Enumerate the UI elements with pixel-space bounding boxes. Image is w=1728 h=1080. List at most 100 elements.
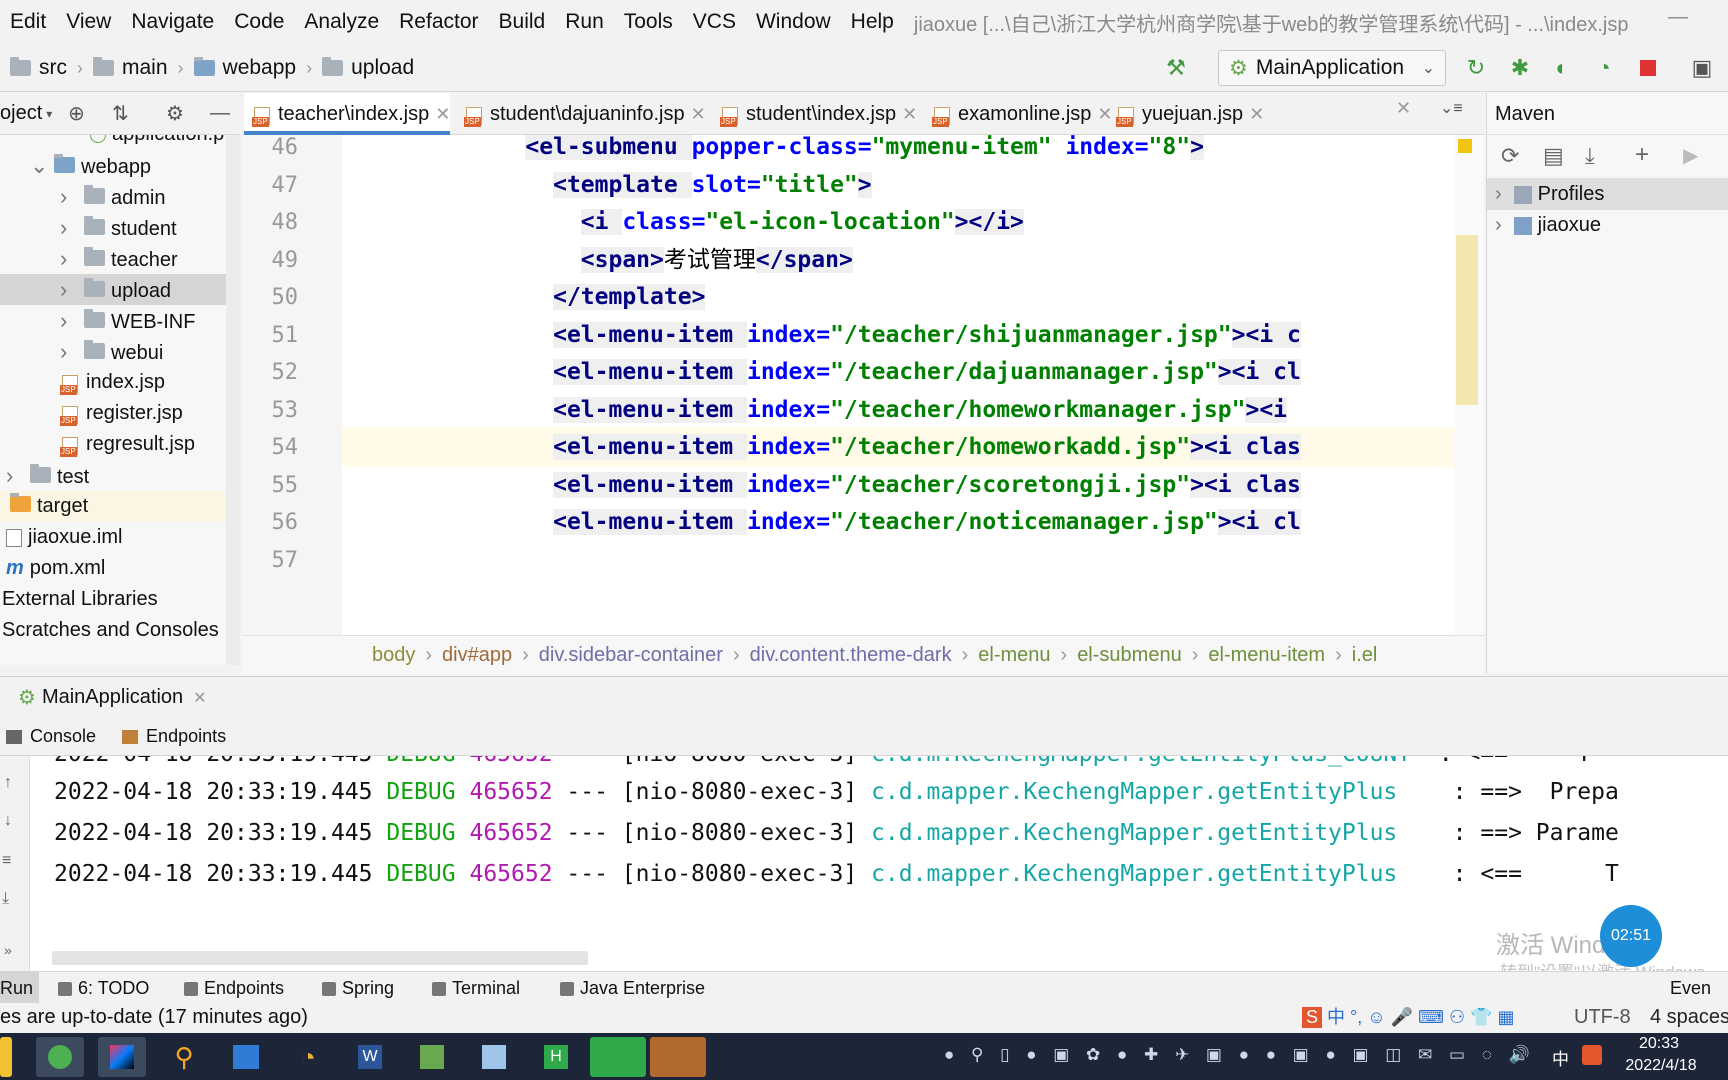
down-arrow-icon[interactable]: ↓ — [4, 812, 12, 830]
tool-window-terminal[interactable]: Terminal — [432, 972, 520, 1004]
collapse-all-icon[interactable]: ⇅ — [112, 101, 129, 126]
run-subtab-console[interactable]: Console — [6, 726, 96, 747]
maven-node-profiles[interactable]: › Profiles — [1487, 179, 1728, 210]
debug-bug-icon[interactable]: ✱ — [1508, 56, 1532, 80]
nav-crumb-upload[interactable]: upload — [351, 56, 414, 80]
close-tab-icon[interactable]: ✕ — [1396, 98, 1411, 119]
project-panel-title[interactable]: oject — [0, 102, 42, 125]
tree-node-register-jsp[interactable]: register.jsp — [0, 398, 240, 429]
editor-tab-2[interactable]: student\index.jsp✕ — [712, 93, 917, 135]
chevron-right-icon[interactable]: › — [1495, 214, 1502, 236]
menu-window[interactable]: Window — [746, 0, 841, 44]
code-line[interactable]: <el-menu-item index="/teacher/homeworkad… — [342, 427, 1484, 467]
chevron-right-icon[interactable]: › — [1495, 183, 1502, 205]
tree-node-jiaoxue-iml[interactable]: jiaoxue.iml — [0, 522, 240, 553]
profile-icon[interactable]: ◔ — [1592, 56, 1616, 80]
menu-code[interactable]: Code — [224, 0, 294, 44]
run-maven-icon[interactable]: ▶ — [1683, 143, 1698, 168]
timer-bubble[interactable]: 02:51 — [1600, 905, 1662, 967]
menu-run[interactable]: Run — [555, 0, 614, 44]
taskbar-search-icon[interactable]: ⚲ — [160, 1037, 208, 1077]
editor-crumb[interactable]: div#app — [442, 644, 512, 667]
project-tree-scrollbar[interactable] — [226, 135, 240, 665]
folder-reimport-icon[interactable]: ▤ — [1543, 143, 1564, 169]
code-line[interactable]: <el-menu-item index="/teacher/scoretongj… — [342, 465, 1484, 505]
editor-crumb[interactable]: div.content.theme-dark — [750, 644, 952, 667]
chevron-right-icon[interactable]: › — [60, 305, 80, 336]
taskbar-folder-icon[interactable] — [0, 1037, 12, 1077]
tree-node-webapp[interactable]: ⌄ webapp — [0, 150, 240, 181]
up-arrow-icon[interactable]: ↑ — [4, 774, 12, 792]
code-line[interactable]: <el-menu-item index="/teacher/dajuanmana… — [342, 352, 1484, 392]
taskbar-intellij-icon[interactable] — [98, 1037, 146, 1077]
taskbar-editor-icon[interactable] — [408, 1037, 456, 1077]
code-line[interactable]: <i class="el-icon-location"></i> — [342, 202, 1484, 242]
chevron-right-icon[interactable]: › — [60, 274, 80, 305]
code-line[interactable]: <el-menu-item index="/teacher/shijuanman… — [342, 315, 1484, 355]
editor-tab-4[interactable]: yuejuan.jsp✕ — [1108, 93, 1264, 135]
code-editor[interactable]: 46 47 48 49 50 51 52 53 54 55 56 57 <el-submenu pop… — [242, 135, 1484, 635]
run-configuration-select[interactable]: ⚙ MainApplication ⌄ — [1218, 50, 1446, 86]
scroll-to-end-icon[interactable]: ⤓ — [2, 890, 9, 908]
editor-tab-3[interactable]: examonline.jsp✕ — [924, 93, 1113, 135]
menu-tools[interactable]: Tools — [614, 0, 683, 44]
taskbar-notes-icon[interactable] — [470, 1037, 518, 1077]
tool-window-spring[interactable]: Spring — [322, 972, 394, 1004]
taskbar-word-icon[interactable]: W — [346, 1037, 394, 1077]
menu-build[interactable]: Build — [489, 0, 556, 44]
menu-refactor[interactable]: Refactor — [389, 0, 488, 44]
editor-crumb[interactable]: el-menu — [978, 644, 1050, 667]
clock-time[interactable]: 20:33 — [1624, 1035, 1694, 1053]
chevron-right-icon[interactable]: › — [60, 243, 80, 274]
close-icon[interactable]: ✕ — [193, 688, 206, 708]
tree-node-target[interactable]: target — [0, 491, 240, 522]
close-tab-icon[interactable]: ✕ — [435, 104, 450, 124]
taskbar-wechat-icon[interactable] — [590, 1037, 646, 1077]
close-tab-icon[interactable]: ✕ — [1249, 104, 1264, 124]
console-horizontal-scrollbar[interactable] — [52, 951, 588, 965]
editor-crumb[interactable]: i.el — [1352, 644, 1378, 667]
tree-node-upload[interactable]: › upload — [0, 274, 240, 305]
editor-crumb[interactable]: body — [372, 644, 415, 667]
add-icon[interactable]: + — [1635, 141, 1649, 169]
nav-crumb-webapp[interactable]: webapp — [223, 56, 297, 80]
locate-target-icon[interactable]: ⊕ — [68, 101, 85, 126]
tree-node-pom-xml[interactable]: m pom.xml — [0, 553, 240, 584]
tree-node-index-jsp[interactable]: index.jsp — [0, 367, 240, 398]
stop-icon[interactable] — [1636, 56, 1660, 80]
taskbar-chart-icon[interactable]: ◔ — [284, 1037, 332, 1077]
rerun-icon[interactable]: ↻ — [1464, 56, 1488, 80]
menu-navigate[interactable]: Navigate — [121, 0, 224, 44]
menu-analyze[interactable]: Analyze — [294, 0, 389, 44]
close-tab-icon[interactable]: ✕ — [902, 104, 917, 124]
build-hammer-icon[interactable]: ⚒ — [1164, 56, 1188, 80]
encoding[interactable]: UTF-8 — [1574, 1006, 1631, 1029]
taskbar-photos-icon[interactable] — [222, 1037, 270, 1077]
tree-node-admin[interactable]: › admin — [0, 181, 240, 212]
editor-crumb[interactable]: el-menu-item — [1208, 644, 1325, 667]
menu-vcs[interactable]: VCS — [683, 0, 746, 44]
tool-window-endpoints[interactable]: Endpoints — [184, 972, 284, 1004]
code-line[interactable]: <el-submenu popper-class="mymenu-item" i… — [342, 135, 1484, 167]
code-line[interactable]: <span>考试管理</span> — [342, 240, 1484, 280]
editor-crumb[interactable]: el-submenu — [1077, 644, 1182, 667]
coverage-icon[interactable]: ◐ — [1550, 56, 1574, 80]
dropdown-arrow-icon[interactable]: ▾ — [46, 107, 52, 121]
nav-crumb-main[interactable]: main — [122, 56, 168, 80]
run-tab-title[interactable]: MainApplication — [42, 686, 183, 709]
inspection-indicator-icon[interactable] — [1458, 139, 1472, 153]
console-output[interactable]: 2022-04-18 20:33:19.445 DEBUG 465652 ---… — [30, 756, 1728, 971]
code-line[interactable] — [342, 540, 1484, 580]
taskbar-hbuilder-icon[interactable]: H — [532, 1037, 580, 1077]
chevron-right-icon[interactable]: › — [60, 212, 80, 243]
code-line[interactable]: </template> — [342, 277, 1484, 317]
download-icon[interactable]: ⤓ — [1585, 143, 1595, 169]
menu-view[interactable]: View — [56, 0, 121, 44]
ime-indicator[interactable]: 中 — [1552, 1045, 1569, 1070]
run-subtab-endpoints[interactable]: Endpoints — [122, 726, 226, 747]
close-tab-icon[interactable]: ✕ — [691, 104, 706, 124]
tree-node-teacher[interactable]: › teacher — [0, 243, 240, 274]
soft-wrap-icon[interactable]: ≡ — [2, 852, 11, 870]
tool-window-run[interactable]: Run — [0, 972, 40, 1004]
chevron-down-icon[interactable]: ⌄ — [30, 150, 50, 181]
